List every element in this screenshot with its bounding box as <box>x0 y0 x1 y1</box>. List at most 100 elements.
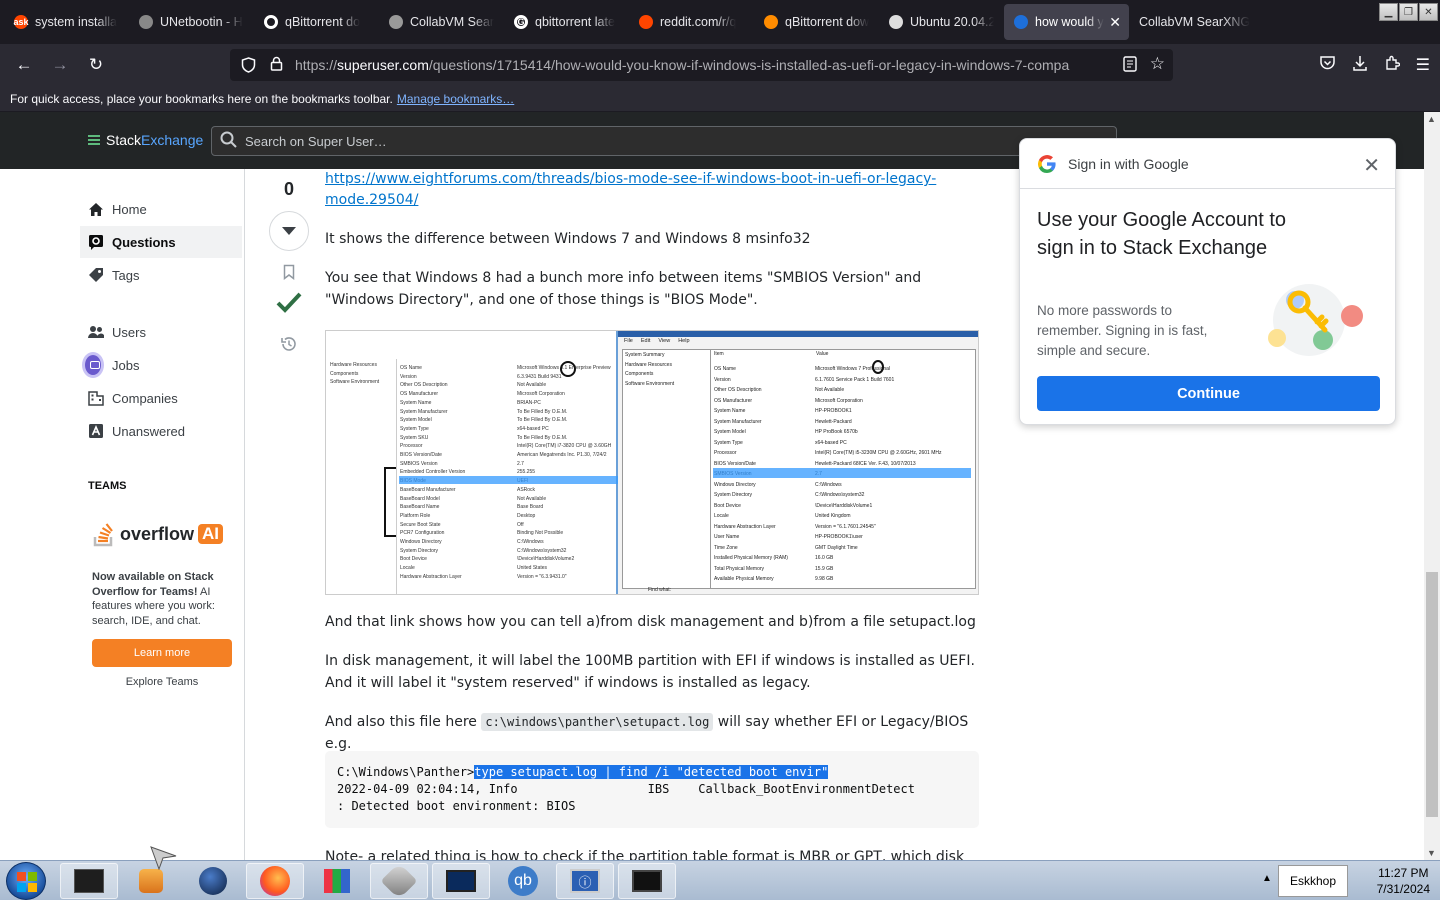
browser-tab[interactable]: qBittorrent dow <box>754 4 879 40</box>
msinfo-value: 2.7 <box>517 460 524 467</box>
system-clock[interactable]: 11:27 PM 7/31/2024 <box>1377 865 1430 897</box>
taskbar-globe-app[interactable] <box>184 863 242 899</box>
tray-app[interactable]: Eskkhop <box>1278 865 1348 897</box>
msinfo-item: System Manufacturer <box>400 408 448 415</box>
taskbar-qbittorrent[interactable]: qb <box>494 863 552 899</box>
sidebar-item-questions[interactable]: Questions <box>80 226 242 258</box>
overflow-ai-logo: overflow AI <box>92 520 224 548</box>
google-popup-body: No more passwords to remember. Signing i… <box>1037 303 1208 358</box>
sidebar-item-jobs[interactable]: Jobs <box>80 349 242 381</box>
tree-node: Components <box>625 371 654 377</box>
downloads-icon[interactable] <box>1352 55 1368 76</box>
minimize-button[interactable]: ▁ <box>1379 3 1398 21</box>
page-scrollbar[interactable]: ▲ ▼ <box>1424 112 1440 860</box>
paragraph-6: Note- a related thing is how to check if… <box>325 849 965 860</box>
windows-taskbar: qb ⓘ ▲ Eskkhop 11:27 PM 7/31/2024 <box>0 860 1440 900</box>
questions-icon <box>88 234 104 250</box>
taskbar-rocket-app[interactable] <box>370 862 428 900</box>
sidebar-item-companies[interactable]: Companies <box>80 382 242 414</box>
msinfo-value: United States <box>517 565 548 572</box>
start-button[interactable] <box>6 862 46 900</box>
info-icon: ⓘ <box>570 869 600 893</box>
tree-node: System Summary <box>625 352 665 358</box>
tree-node: Software Environment <box>625 380 675 387</box>
browser-tab[interactable]: CollabVM SearXNG <box>1129 4 1269 40</box>
msinfo-item: Locale <box>714 513 729 519</box>
selected-code[interactable]: type setupact.log | find /i "detected bo… <box>474 765 829 779</box>
sidebar-item-users[interactable]: Users <box>80 316 242 348</box>
tree-node: Components <box>330 370 359 377</box>
manage-bookmarks-link[interactable]: Manage bookmarks… <box>397 92 514 106</box>
windows-logo-icon <box>17 872 37 892</box>
sidebar-item-unanswered[interactable]: Unanswered <box>80 415 242 447</box>
bookmark-icon[interactable] <box>278 261 300 283</box>
tab-active[interactable]: how would y ✕ <box>1004 4 1129 40</box>
msinfo-item: System Name <box>714 408 746 414</box>
browser-tab[interactable]: reddit.com/r/q <box>629 4 754 40</box>
stackexchange-logo[interactable]: StackExchange <box>88 132 203 148</box>
briefcase-icon <box>82 352 104 378</box>
eightforums-link[interactable]: https://www.eightforums.com/threads/bios… <box>325 171 936 208</box>
tracking-shield-icon[interactable] <box>240 57 256 73</box>
continue-button[interactable]: Continue <box>1037 376 1380 411</box>
sidebar-item-label: Jobs <box>112 357 140 373</box>
browser-tab[interactable]: Gqbittorrent late <box>504 4 629 40</box>
taskbar-vm-app[interactable] <box>618 863 676 899</box>
history-icon[interactable] <box>278 333 300 355</box>
sidebar-item-home[interactable]: Home <box>80 193 242 225</box>
msinfo-item: System Manufacturer <box>714 418 762 425</box>
pocket-icon[interactable] <box>1319 55 1336 76</box>
explore-teams-link[interactable]: Explore Teams <box>92 676 232 688</box>
msinfo-value: United Kingdom <box>815 513 851 519</box>
browser-tab[interactable]: CollabVM Sear <box>379 4 504 40</box>
back-button[interactable]: ← <box>6 49 42 81</box>
sidebar-item-tags[interactable]: Tags <box>80 259 242 291</box>
taskbar-terminal-app[interactable] <box>60 863 118 899</box>
msinfo-value: Intel(R) Core(TM) i5-3230M CPU @ 2.60GHz… <box>815 450 942 456</box>
scroll-up-icon[interactable]: ▲ <box>1427 114 1436 124</box>
learn-more-button[interactable]: Learn more <box>92 639 232 667</box>
browser-tab[interactable]: Ubuntu 20.04.2 <box>879 4 1004 40</box>
bookmark-star-icon[interactable]: ☆ <box>1150 54 1165 74</box>
tab-title: qBittorrent do <box>285 15 361 29</box>
reload-button[interactable]: ↻ <box>78 49 114 81</box>
lock-icon[interactable] <box>270 56 283 74</box>
taskbar-firefox[interactable] <box>246 863 304 899</box>
msinfo-menu-item: Edit <box>640 338 651 344</box>
forward-button[interactable]: → <box>42 49 78 81</box>
close-window-button[interactable]: ✕ <box>1419 3 1438 21</box>
site-search-input[interactable]: Search on Super User… <box>211 126 1117 156</box>
bios-mode-highlight <box>399 476 618 484</box>
downvote-button[interactable] <box>269 211 309 251</box>
accepted-answer-check-icon <box>276 289 302 315</box>
show-hidden-icons[interactable]: ▲ <box>1262 873 1272 884</box>
menu-icon[interactable]: ☰ <box>1416 55 1430 75</box>
msinfo-value: 16.0 GB <box>815 555 834 561</box>
msinfo-value: BRIAN-PC <box>517 399 541 406</box>
building-icon <box>88 390 104 406</box>
paragraph-3: And that link shows how you can tell a)f… <box>325 614 976 630</box>
restore-button[interactable]: ❐ <box>1399 3 1418 21</box>
msinfo-value: To Be Filled By O.E.M. <box>517 434 568 441</box>
msinfo-value: Not Available <box>517 382 547 389</box>
extensions-icon[interactable] <box>1384 55 1400 76</box>
scroll-down-icon[interactable]: ▼ <box>1427 848 1436 858</box>
close-popup-icon[interactable]: ✕ <box>1363 153 1380 178</box>
taskbar-info-app[interactable]: ⓘ <box>556 863 614 899</box>
url-text[interactable]: https://superuser.com/questions/1715414/… <box>295 57 1085 73</box>
close-tab-icon[interactable]: ✕ <box>1109 14 1121 31</box>
browser-tab[interactable]: UNetbootin - H <box>129 4 254 40</box>
taskbar-app-grid[interactable] <box>308 863 366 899</box>
msinfo-item: System Directory <box>400 547 439 554</box>
url-bar[interactable]: https://superuser.com/questions/1715414/… <box>230 49 1173 81</box>
taskbar-monitor-app[interactable] <box>432 863 490 899</box>
browser-tab[interactable]: qBittorrent do <box>254 4 379 40</box>
reader-view-icon[interactable] <box>1123 56 1137 75</box>
msinfo-item: Processor <box>714 450 737 456</box>
scrollbar-thumb[interactable] <box>1426 572 1438 817</box>
browser-tab[interactable]: ask system installa <box>4 4 129 40</box>
circle-annotation <box>560 361 576 377</box>
msinfo-item: Available Physical Memory <box>714 576 774 582</box>
msinfo-menu-item: File <box>624 338 633 344</box>
home-icon <box>88 201 104 217</box>
